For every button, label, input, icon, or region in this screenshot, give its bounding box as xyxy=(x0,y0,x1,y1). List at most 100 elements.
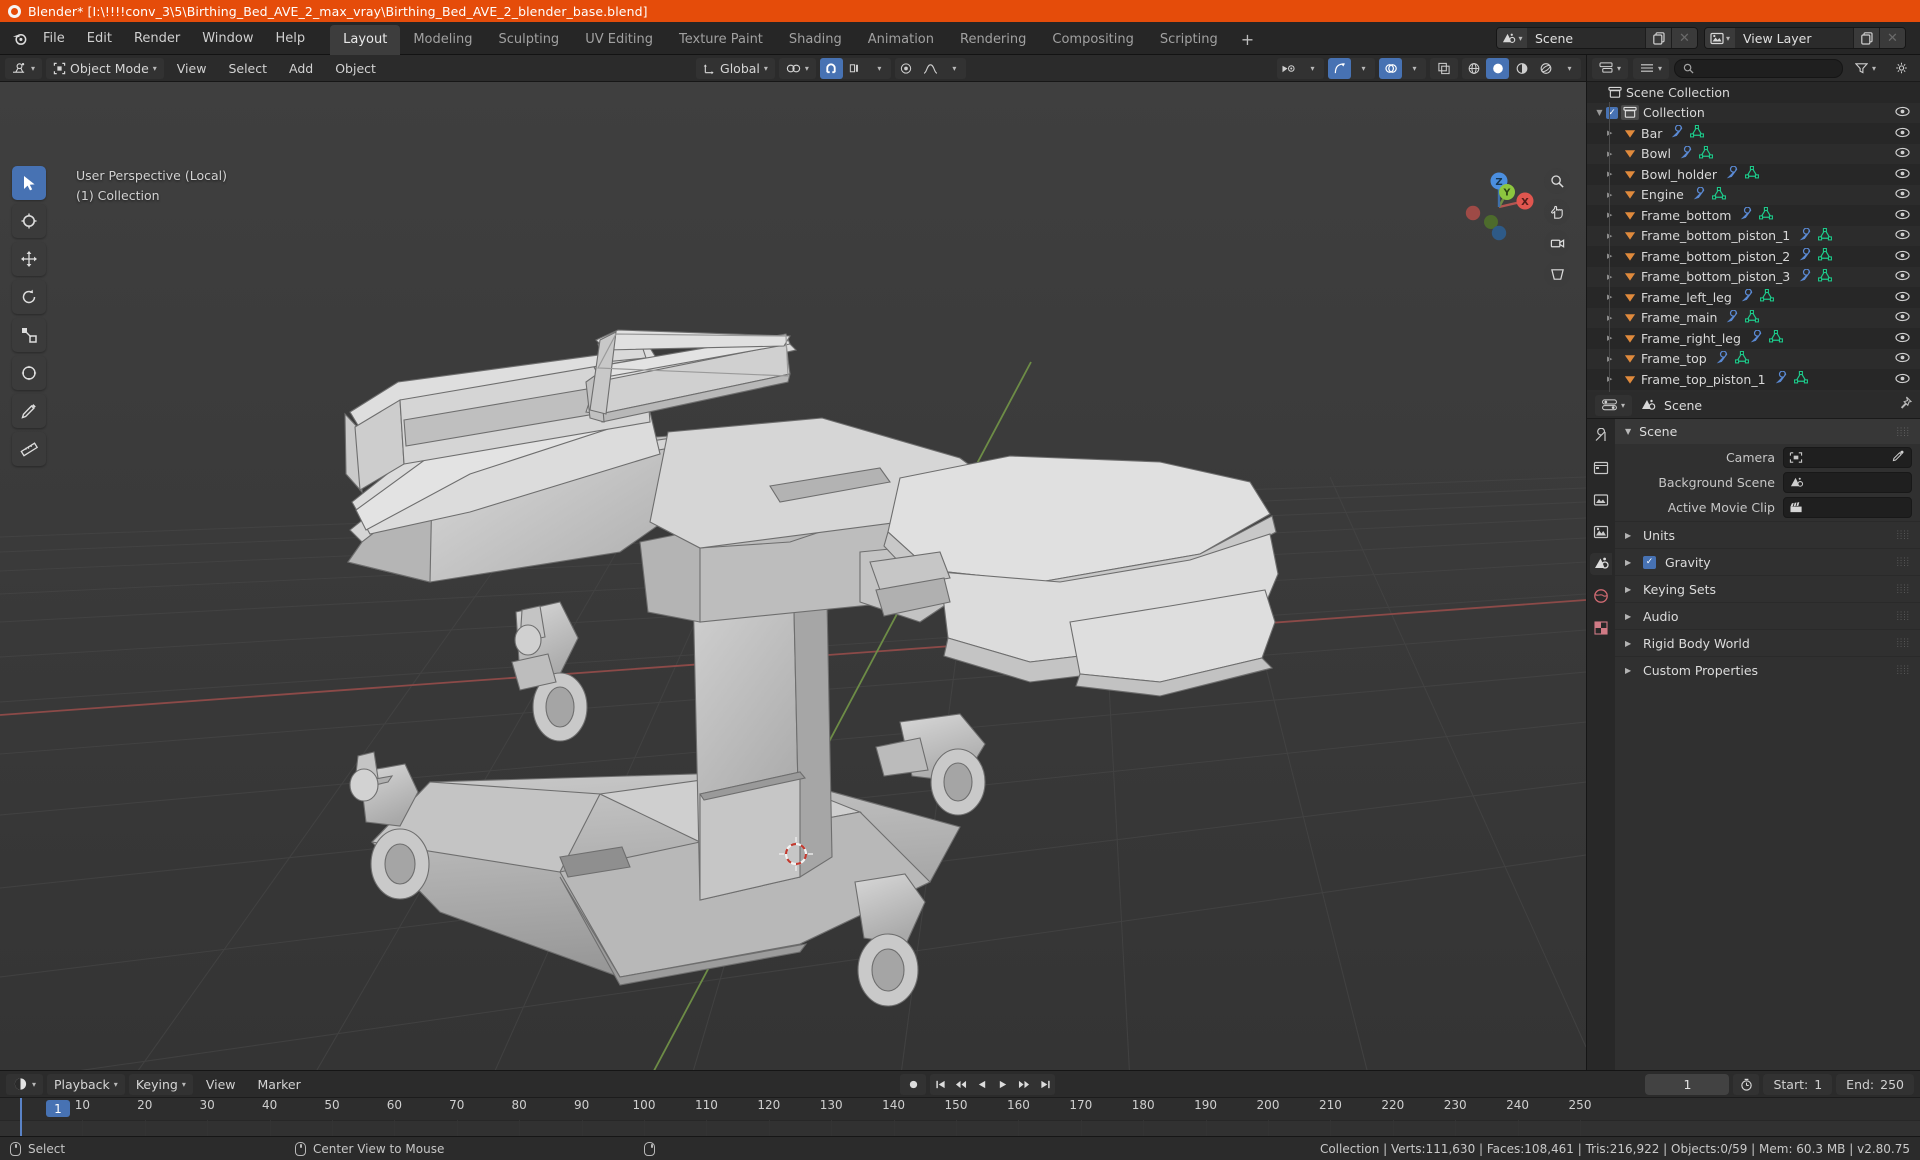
properties-section-custom-properties[interactable]: ▶ Custom Properties:::::::: xyxy=(1615,656,1920,683)
modifier-icon[interactable] xyxy=(1750,329,1764,346)
modifier-icon[interactable] xyxy=(1775,370,1789,387)
shading-caret[interactable]: ▾ xyxy=(1558,58,1581,79)
menu-edit[interactable]: Edit xyxy=(76,27,123,50)
scene-properties-tab[interactable] xyxy=(1590,553,1612,575)
section-checkbox[interactable]: ✓ xyxy=(1643,555,1656,569)
proportional-edit-icon[interactable] xyxy=(895,58,918,79)
object-visibility-icon[interactable] xyxy=(1895,208,1910,223)
tab-animation[interactable]: Animation xyxy=(855,25,947,55)
transform-tool[interactable] xyxy=(12,356,46,390)
tab-shading[interactable]: Shading xyxy=(776,25,855,55)
transform-orientation-selector[interactable]: Global ▾ xyxy=(696,57,775,79)
outliner-row-scene-collection[interactable]: Scene Collection xyxy=(1587,82,1920,103)
timeline-menu-view[interactable]: View xyxy=(197,1074,245,1095)
view-layer-remove-button[interactable]: ✕ xyxy=(1879,28,1905,48)
outliner-row-object[interactable]: ▶Frame_right_leg xyxy=(1587,328,1920,349)
viewport-menu-view[interactable]: View xyxy=(168,58,216,79)
mesh-data-icon[interactable] xyxy=(1793,371,1808,387)
mesh-data-icon[interactable] xyxy=(1745,166,1759,182)
current-frame-field[interactable]: 1 xyxy=(1645,1073,1730,1095)
xray-toggle[interactable] xyxy=(1430,57,1458,79)
tab-modeling[interactable]: Modeling xyxy=(400,25,485,55)
tab-layout[interactable]: Layout xyxy=(330,24,401,55)
viewport-menu-object[interactable]: Object xyxy=(326,58,385,79)
modifier-icon[interactable] xyxy=(1716,350,1730,367)
viewport-menu-select[interactable]: Select xyxy=(219,58,276,79)
object-visibility-icon[interactable] xyxy=(1895,146,1910,161)
properties-section-keying-sets[interactable]: ▶ Keying Sets:::::::: xyxy=(1615,575,1920,602)
view-layer-selector[interactable]: ▾ View Layer ✕ xyxy=(1704,27,1906,49)
mesh-data-icon[interactable] xyxy=(1745,309,1760,326)
jump-to-start-button[interactable] xyxy=(930,1074,950,1095)
scene-panel-header[interactable]: ▼ Scene :::::::: xyxy=(1615,419,1920,444)
modifier-icon[interactable] xyxy=(1671,124,1685,141)
outliner-row-object[interactable]: ▶Frame_top xyxy=(1587,348,1920,369)
active-movie-clip-field[interactable] xyxy=(1783,497,1912,518)
timeline-menu-keying[interactable]: Keying ▾ xyxy=(128,1073,193,1095)
outliner-row-object[interactable]: ▶Frame_main xyxy=(1587,307,1920,328)
outliner-row-object[interactable]: ▶Frame_bottom_piston_3 xyxy=(1587,266,1920,287)
interaction-mode-selector[interactable]: Object Mode ▾ xyxy=(46,57,164,79)
tab-rendering[interactable]: Rendering xyxy=(947,25,1039,55)
timeline-playhead[interactable] xyxy=(20,1098,22,1136)
mesh-data-icon[interactable] xyxy=(1759,289,1774,305)
outliner-editor-type[interactable]: ▾ xyxy=(1592,57,1629,79)
tweak-select-tool[interactable] xyxy=(12,166,46,200)
view-layer-properties-tab[interactable] xyxy=(1590,521,1612,543)
show-gizmo-icon[interactable] xyxy=(1328,57,1351,79)
overlays-caret[interactable]: ▾ xyxy=(1403,58,1426,79)
play-reverse-button[interactable] xyxy=(972,1074,992,1095)
snap-dropdown-caret[interactable]: ▾ xyxy=(868,58,891,79)
outliner-row-collection[interactable]: ▼ ✓ Collection xyxy=(1587,102,1920,123)
outliner-row-object[interactable]: ▶Frame_bottom_piston_2 xyxy=(1587,246,1920,267)
mesh-data-icon[interactable] xyxy=(1734,350,1749,367)
tab-uv-editing[interactable]: UV Editing xyxy=(572,25,666,55)
cursor-tool[interactable] xyxy=(12,204,46,238)
outliner-options-icon[interactable] xyxy=(1888,58,1915,79)
modifier-icon[interactable] xyxy=(1726,309,1740,326)
blender-menu-icon[interactable] xyxy=(6,26,32,50)
outliner-row-object[interactable]: ▶Frame_bottom xyxy=(1587,205,1920,226)
zoom-view-icon[interactable] xyxy=(1544,168,1570,194)
object-visibility-icon[interactable] xyxy=(1895,187,1910,202)
scene-remove-button[interactable]: ✕ xyxy=(1671,28,1697,48)
outliner-search-input[interactable] xyxy=(1674,58,1843,78)
frame-end-field[interactable]: End: 250 xyxy=(1836,1073,1914,1095)
mesh-data-icon[interactable] xyxy=(1759,207,1774,223)
output-properties-tab[interactable] xyxy=(1590,489,1612,511)
object-visibility-icon[interactable] xyxy=(1277,58,1300,79)
scale-tool[interactable] xyxy=(12,318,46,352)
object-visibility-icon[interactable] xyxy=(1895,331,1910,346)
outliner-tree[interactable]: Scene Collection ▼ ✓ Collection ▶Bar▶ xyxy=(1587,82,1920,392)
menu-render[interactable]: Render xyxy=(123,27,191,50)
menu-window[interactable]: Window xyxy=(191,27,264,50)
frame-start-field[interactable]: Start: 1 xyxy=(1763,1073,1833,1095)
show-overlays-icon[interactable] xyxy=(1379,57,1402,79)
modifier-icon[interactable] xyxy=(1693,186,1707,203)
properties-section-units[interactable]: ▶ Units:::::::: xyxy=(1615,521,1920,548)
properties-section-audio[interactable]: ▶ Audio:::::::: xyxy=(1615,602,1920,629)
modifier-icon[interactable] xyxy=(1799,247,1813,264)
wireframe-shading-icon[interactable] xyxy=(1462,58,1485,79)
snap-magnet-icon[interactable] xyxy=(819,57,843,79)
use-preview-range-icon[interactable] xyxy=(1733,1073,1760,1095)
view-layer-new-button[interactable] xyxy=(1853,28,1879,48)
annotate-tool[interactable] xyxy=(12,394,46,428)
object-visibility-icon[interactable] xyxy=(1895,249,1910,264)
timeline-menu-playback[interactable]: Playback ▾ xyxy=(47,1073,125,1095)
play-button[interactable] xyxy=(993,1074,1013,1095)
outliner-row-object[interactable]: ▶Bar xyxy=(1587,123,1920,144)
menu-help[interactable]: Help xyxy=(265,27,317,50)
object-visibility-icon[interactable] xyxy=(1895,290,1910,305)
timeline-menu-marker[interactable]: Marker xyxy=(249,1074,310,1095)
timeline-scrubber[interactable]: 10 20 30 40 50 60 70 80 90 100 110 120 130 140 150 160 1… xyxy=(0,1098,1920,1136)
properties-editor-type[interactable]: ▾ xyxy=(1595,394,1633,416)
modifier-icon[interactable] xyxy=(1740,206,1754,223)
outliner-row-object[interactable]: ▶Bowl xyxy=(1587,143,1920,164)
tab-scripting[interactable]: Scripting xyxy=(1147,25,1231,55)
object-visibility-icon[interactable] xyxy=(1895,167,1910,182)
modifier-icon[interactable] xyxy=(1680,145,1694,162)
modifier-icon[interactable] xyxy=(1741,288,1755,305)
properties-section-rigid-body-world[interactable]: ▶ Rigid Body World:::::::: xyxy=(1615,629,1920,656)
visibility-caret[interactable]: ▾ xyxy=(1301,58,1324,79)
